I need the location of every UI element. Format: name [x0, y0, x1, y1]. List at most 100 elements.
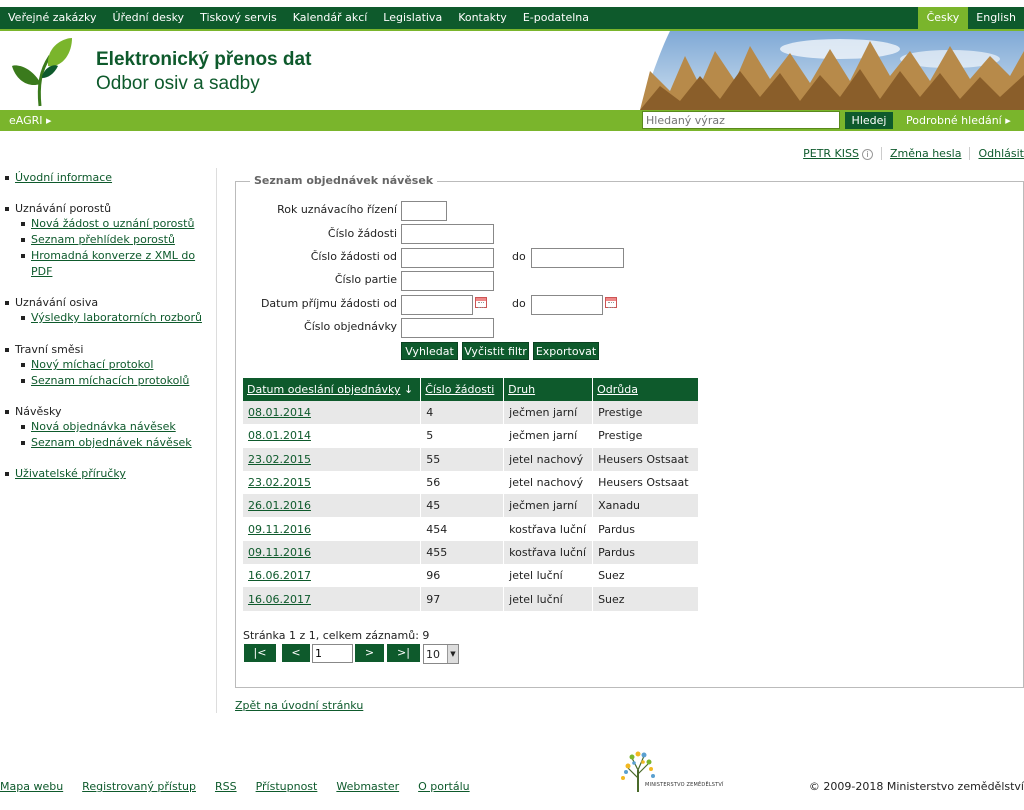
cislo-zadosti-od-input[interactable] [401, 248, 494, 268]
cislo-zadosti-input[interactable] [401, 224, 494, 244]
bullet-icon [5, 206, 9, 211]
cell-odruda: Xanadu [592, 494, 699, 518]
sidebar-item-seznam-protokolu[interactable]: Seznam míchacích protokolů [31, 373, 189, 389]
nav-legislativa[interactable]: Legislativa [375, 7, 450, 29]
sort-link-druh[interactable]: Druh [508, 383, 535, 396]
footer-link-rss[interactable]: RSS [215, 780, 237, 793]
nav-tiskovy-servis[interactable]: Tiskový servis [192, 7, 285, 29]
order-date-link[interactable]: 08.01.2014 [248, 429, 311, 442]
cell-cislo: 96 [420, 564, 505, 588]
leaf-logo-icon[interactable] [10, 36, 76, 108]
footer-link-o-portalu[interactable]: O portálu [418, 780, 469, 793]
cislo-objednavky-input[interactable] [401, 318, 494, 338]
page-size-select[interactable]: 10 ▼ [423, 644, 459, 664]
prev-page-button[interactable]: < [282, 644, 310, 662]
column-header-druh[interactable]: Druh [503, 378, 594, 401]
eagri-label: eAGRI [9, 114, 43, 127]
bullet-icon [21, 379, 25, 383]
nav-kontakty[interactable]: Kontakty [450, 7, 515, 29]
next-page-button[interactable]: > [355, 644, 384, 662]
calendar-icon[interactable] [475, 297, 487, 308]
calendar-icon[interactable] [605, 297, 617, 308]
column-header-odruda[interactable]: Odrůda [592, 378, 699, 401]
bullet-icon [5, 409, 9, 414]
table-row: 16.06.2017 96 jetel luční Suez [243, 564, 699, 588]
cell-odruda: Pardus [592, 540, 699, 565]
export-button[interactable]: Exportovat [533, 342, 599, 360]
sidebar-item-vysledky[interactable]: Výsledky laboratorních rozborů [31, 310, 202, 326]
cell-druh: ječmen jarní [503, 401, 594, 425]
sidebar-item-nova-objednavka[interactable]: Nová objednávka návěsek [31, 419, 176, 435]
sidebar-item-seznam-objednavek[interactable]: Seznam objednávek návěsek [31, 435, 192, 451]
logout-link[interactable]: Odhlásit [970, 147, 1024, 160]
cislo-partie-input[interactable] [401, 271, 494, 291]
last-page-button[interactable]: >| [387, 644, 420, 662]
cislo-zadosti-do-input[interactable] [531, 248, 624, 268]
ministry-name: MINISTERSTVO ZEMĚDĚLSTVÍ [645, 782, 724, 788]
sort-link-odruda[interactable]: Odrůda [597, 383, 638, 396]
search-button[interactable]: Hledej [845, 112, 893, 129]
order-date-link[interactable]: 23.02.2015 [248, 476, 311, 489]
bullet-icon [21, 441, 25, 445]
bullet-icon [21, 316, 25, 320]
page-number-input[interactable] [312, 644, 353, 663]
lang-english[interactable]: English [968, 7, 1024, 29]
nav-verejne-zakazky[interactable]: Veřejné zakázky [0, 7, 104, 29]
sidebar-divider [216, 168, 217, 713]
datum-do-input[interactable] [531, 295, 603, 315]
order-date-link[interactable]: 26.01.2016 [248, 499, 311, 512]
column-header-cislo[interactable]: Číslo žádosti [420, 378, 505, 401]
eagri-menu[interactable]: eAGRI ▸ [9, 114, 52, 127]
sidebar-item-novy-protokol[interactable]: Nový míchací protokol [31, 357, 153, 373]
dropdown-arrow-icon[interactable]: ▼ [447, 645, 458, 663]
sidebar-item-hromadna-konverze[interactable]: Hromadná konverze z XML do [31, 248, 195, 264]
sidebar-item-hromadna-konverze-cont[interactable]: PDF [31, 264, 52, 280]
bullet-icon [21, 363, 25, 367]
lang-czech[interactable]: Česky [917, 7, 969, 29]
nav-kalendar-akci[interactable]: Kalendář akcí [285, 7, 376, 29]
first-page-button[interactable]: |< [244, 644, 276, 662]
bullet-icon [21, 254, 25, 258]
search-input[interactable] [642, 111, 840, 129]
user-name-link[interactable]: PETR KISS i [795, 147, 881, 160]
site-header: Elektronický přenos dat Odbor osiv a sad… [0, 29, 1024, 110]
footer-link-mapa[interactable]: Mapa webu [0, 780, 63, 793]
change-password-link[interactable]: Změna hesla [882, 147, 970, 160]
sort-link-cislo[interactable]: Číslo žádosti [425, 383, 494, 396]
nav-e-podatelna[interactable]: E-podatelna [515, 7, 597, 29]
advanced-search-link[interactable]: Podrobné hledání ▸ [906, 114, 1011, 127]
sidebar-item-nova-zadost[interactable]: Nová žádost o uznání porostů [31, 216, 194, 232]
order-date-link[interactable]: 16.06.2017 [248, 593, 311, 606]
cell-cislo: 45 [420, 494, 505, 518]
order-date-link[interactable]: 16.06.2017 [248, 569, 311, 582]
table-row: 09.11.2016 455 kostřava luční Pardus [243, 540, 699, 565]
sidebar-item-manuals[interactable]: Uživatelské příručky [15, 466, 126, 481]
info-icon[interactable]: i [861, 148, 873, 160]
cell-cislo: 454 [420, 517, 505, 541]
order-date-link[interactable]: 08.01.2014 [248, 406, 311, 419]
search-bar: eAGRI ▸ Hledej Podrobné hledání ▸ [0, 110, 1024, 131]
datum-od-input[interactable] [401, 295, 473, 315]
sidebar-section-title: Uznávání porostů [15, 202, 112, 215]
label-rok: Rok uznávacího řízení [277, 203, 397, 216]
sidebar-item-intro[interactable]: Úvodní informace [15, 170, 112, 185]
order-date-link[interactable]: 09.11.2016 [248, 546, 311, 559]
rok-input[interactable] [401, 201, 447, 221]
footer-link-registrovany[interactable]: Registrovaný přístup [82, 780, 196, 793]
nav-uredni-desky[interactable]: Úřední desky [104, 7, 192, 29]
footer-link-webmaster[interactable]: Webmaster [336, 780, 399, 793]
order-date-link[interactable]: 23.02.2015 [248, 453, 311, 466]
user-links: PETR KISS i Změna hesla Odhlásit [795, 147, 1024, 160]
search-filter-button[interactable]: Vyhledat [401, 342, 458, 360]
sidebar-item-seznam-prehlidek[interactable]: Seznam přehlídek porostů [31, 232, 175, 248]
back-to-home-link[interactable]: Zpět na úvodní stránku [235, 699, 363, 712]
cell-datum: 26.01.2016 [243, 494, 422, 518]
cell-cislo: 5 [420, 424, 505, 448]
clear-filter-button[interactable]: Vyčistit filtr [462, 342, 529, 360]
sort-link-datum[interactable]: Datum odeslání objednávky [247, 383, 400, 396]
order-date-link[interactable]: 09.11.2016 [248, 523, 311, 536]
sidebar-intro: Úvodní informace [5, 170, 112, 185]
footer-link-pristupnost[interactable]: Přístupnost [256, 780, 318, 793]
cell-druh: jetel nachový [503, 470, 594, 495]
column-header-datum[interactable]: Datum odeslání objednávky ↓ [243, 378, 422, 401]
